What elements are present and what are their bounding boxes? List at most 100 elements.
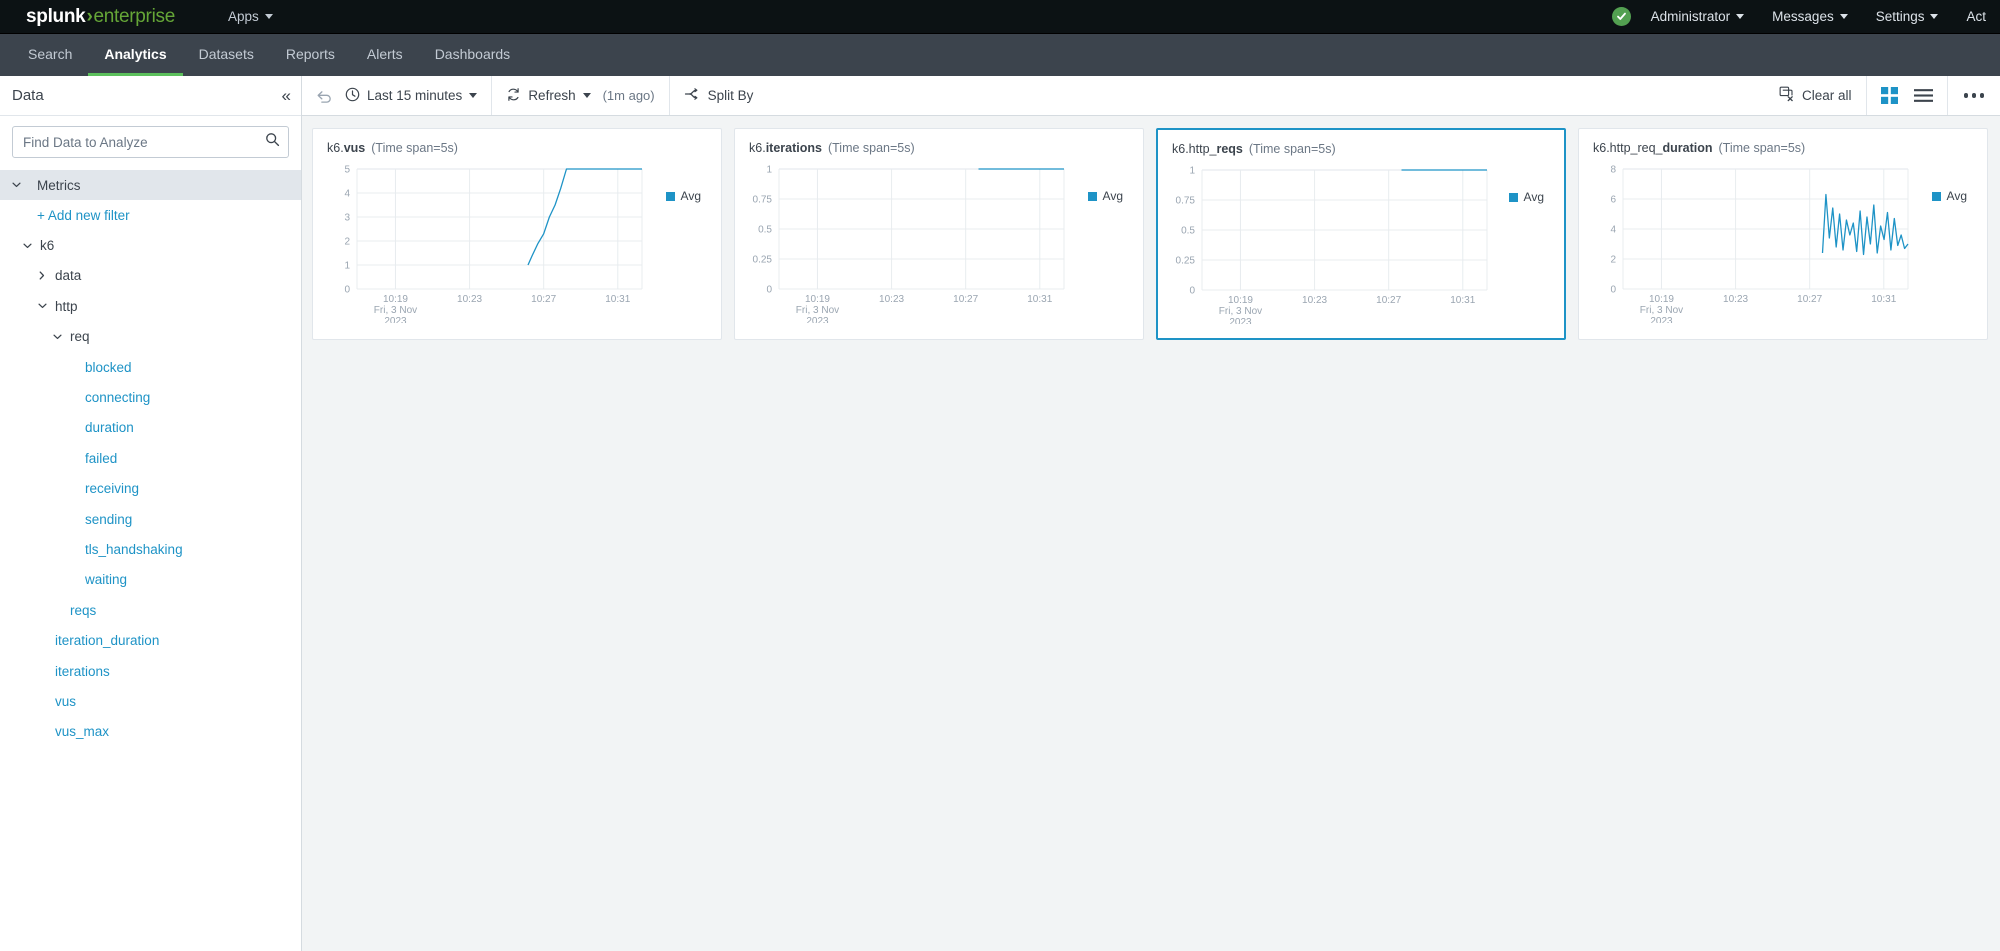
legend-label: Avg: [1102, 189, 1123, 203]
refresh-label: Refresh: [528, 88, 576, 103]
tree-item-waiting[interactable]: waiting: [0, 565, 301, 595]
chart-card-k6iterations[interactable]: k6.iterations (Time span=5s) 1 0.75 0.5 0.25 0…: [734, 128, 1144, 340]
y-axis-tick-label: 2: [344, 237, 350, 248]
tree-item-tls_handshaking[interactable]: tls_handshaking: [0, 534, 301, 564]
logo-arrow-icon: ›: [86, 5, 93, 27]
y-axis-tick-label: 4: [1610, 225, 1616, 236]
chart-title: k6.vus (Time span=5s): [327, 141, 707, 155]
chevron-down-icon[interactable]: [36, 303, 48, 309]
list-view-icon[interactable]: [1913, 88, 1933, 103]
search-input[interactable]: [23, 134, 265, 150]
time-range-picker[interactable]: Last 15 minutes: [345, 87, 478, 105]
nav-item-dashboards[interactable]: Dashboards: [419, 34, 527, 76]
tree-item-label: vus_max: [55, 724, 110, 740]
search-box[interactable]: [12, 126, 289, 158]
nav-item-analytics[interactable]: Analytics: [88, 34, 183, 76]
refresh-ago-label: (1m ago): [602, 88, 655, 103]
tree-item-blocked[interactable]: blocked: [0, 352, 301, 382]
tree-item-connecting[interactable]: connecting: [0, 382, 301, 412]
grid-view-icon[interactable]: [1880, 87, 1898, 104]
sidebar-title: Data: [12, 87, 44, 104]
legend-swatch-icon: [665, 191, 675, 201]
chevron-right-icon[interactable]: [36, 271, 48, 281]
nav-item-reports[interactable]: Reports: [270, 34, 351, 76]
tree-item-data[interactable]: data: [0, 261, 301, 291]
tree-item-iteration_duration[interactable]: iteration_duration: [0, 625, 301, 655]
x-axis-tick-label: 10:31: [1450, 295, 1475, 306]
tree-item-req[interactable]: req: [0, 322, 301, 352]
chart-legend: Avg: [1087, 189, 1123, 203]
chart-card-k6http_req_duration[interactable]: k6.http_req_duration (Time span=5s) 8 6 4 2 0 1…: [1578, 128, 1988, 340]
tree-item-label: waiting: [85, 572, 128, 588]
chevron-down-icon[interactable]: [21, 243, 33, 249]
tree-item-label: reqs: [70, 602, 97, 618]
chart-title: k6.http_reqs (Time span=5s): [1172, 142, 1550, 156]
administrator-label: Administrator: [1650, 9, 1731, 24]
clear-all-icon: [1779, 86, 1795, 105]
messages-menu[interactable]: Messages: [1758, 9, 1862, 24]
legend-swatch-icon: [1931, 191, 1941, 201]
x-axis-date-label: 2023: [384, 316, 407, 323]
activity-menu[interactable]: Act: [1952, 9, 2000, 24]
tree-item-k6[interactable]: k6: [0, 230, 301, 260]
y-axis-tick-label: 4: [344, 189, 350, 200]
more-options-icon[interactable]: [1948, 76, 2000, 115]
tree-item-receiving[interactable]: receiving: [0, 474, 301, 504]
toolbar-right-group: Clear all: [1765, 76, 2000, 115]
clear-all-button[interactable]: Clear all: [1779, 86, 1852, 105]
metrics-tree: Metrics + Add new filter k6 data http req bl…: [0, 170, 301, 951]
tree-item-reqs[interactable]: reqs: [0, 595, 301, 625]
tree-item-http[interactable]: http: [0, 291, 301, 321]
undo-icon[interactable]: [316, 89, 333, 103]
chart-card-k6http_reqs[interactable]: k6.http_reqs (Time span=5s) 1 0.75 0.5 0.25 0 1…: [1156, 128, 1566, 340]
x-axis-date-label: Fri, 3 Nov: [374, 305, 417, 316]
tree-item-failed[interactable]: failed: [0, 443, 301, 473]
chart-title-prefix: k6.: [749, 141, 766, 155]
settings-menu[interactable]: Settings: [1862, 9, 1953, 24]
series-line-avg: [1821, 193, 1909, 256]
y-axis-tick-label: 0.5: [758, 225, 772, 236]
chart-card-k6vus[interactable]: k6.vus (Time span=5s) 5 4 3 2 1 0 10:19 Fri, 3 No…: [312, 128, 722, 340]
x-axis-date-label: 2023: [806, 316, 829, 323]
tree-group-metrics[interactable]: Metrics: [0, 170, 301, 200]
x-axis-date-label: Fri, 3 Nov: [1640, 305, 1683, 316]
add-new-filter-button[interactable]: + Add new filter: [0, 200, 301, 230]
x-axis-tick-label: 10:31: [1871, 294, 1896, 305]
search-icon[interactable]: [265, 132, 280, 152]
tree-item-label: sending: [85, 511, 133, 527]
chevron-down-icon[interactable]: [51, 334, 63, 340]
x-axis-date-label: Fri, 3 Nov: [1219, 306, 1262, 317]
refresh-button[interactable]: Refresh: [506, 87, 591, 105]
administrator-menu[interactable]: Administrator: [1637, 9, 1759, 24]
nav-item-datasets[interactable]: Datasets: [183, 34, 270, 76]
nav-item-search[interactable]: Search: [12, 34, 88, 76]
tree-item-vus_max[interactable]: vus_max: [0, 717, 301, 747]
x-axis-tick-label: 10:31: [605, 294, 630, 305]
split-by-button[interactable]: Split By: [684, 87, 753, 104]
splunk-logo[interactable]: splunk › enterprise: [26, 6, 175, 28]
apps-menu-button[interactable]: Apps: [228, 9, 273, 24]
chart-grid: k6.vus (Time span=5s) 5 4 3 2 1 0 10:19 Fri, 3 No…: [302, 116, 2000, 951]
view-toggle-group: [1865, 76, 1948, 115]
tree-item-vus[interactable]: vus: [0, 686, 301, 716]
chart-legend: Avg: [1508, 190, 1544, 204]
collapse-sidebar-icon[interactable]: «: [282, 87, 292, 104]
tree-item-label: vus: [55, 693, 77, 709]
x-axis-tick-label: 10:31: [1027, 294, 1052, 305]
health-status-check-icon[interactable]: [1611, 7, 1631, 26]
chart-title-prefix: k6.http_: [1172, 142, 1217, 156]
tree-item-duration[interactable]: duration: [0, 413, 301, 443]
clear-all-section: Clear all: [1765, 76, 1866, 115]
plot-wrap: 8 6 4 2 0 10:19 Fri, 3 Nov 2023 10:23 10:27 10:31 A…: [1593, 163, 1973, 333]
chart-timespan-label: (Time span=5s): [1248, 142, 1336, 156]
x-axis-tick-label: 10:27: [1376, 295, 1401, 306]
tree-item-sending[interactable]: sending: [0, 504, 301, 534]
tree-item-label: connecting: [85, 390, 151, 406]
nav-item-alerts[interactable]: Alerts: [351, 34, 419, 76]
tree-item-iterations[interactable]: iterations: [0, 656, 301, 686]
settings-label: Settings: [1875, 9, 1925, 24]
chart-timespan-label: (Time span=5s): [827, 141, 915, 155]
y-axis-tick-label: 0.75: [1176, 196, 1196, 207]
x-axis-tick-label: 10:19: [383, 294, 408, 305]
y-axis-tick-label: 8: [1610, 165, 1616, 176]
